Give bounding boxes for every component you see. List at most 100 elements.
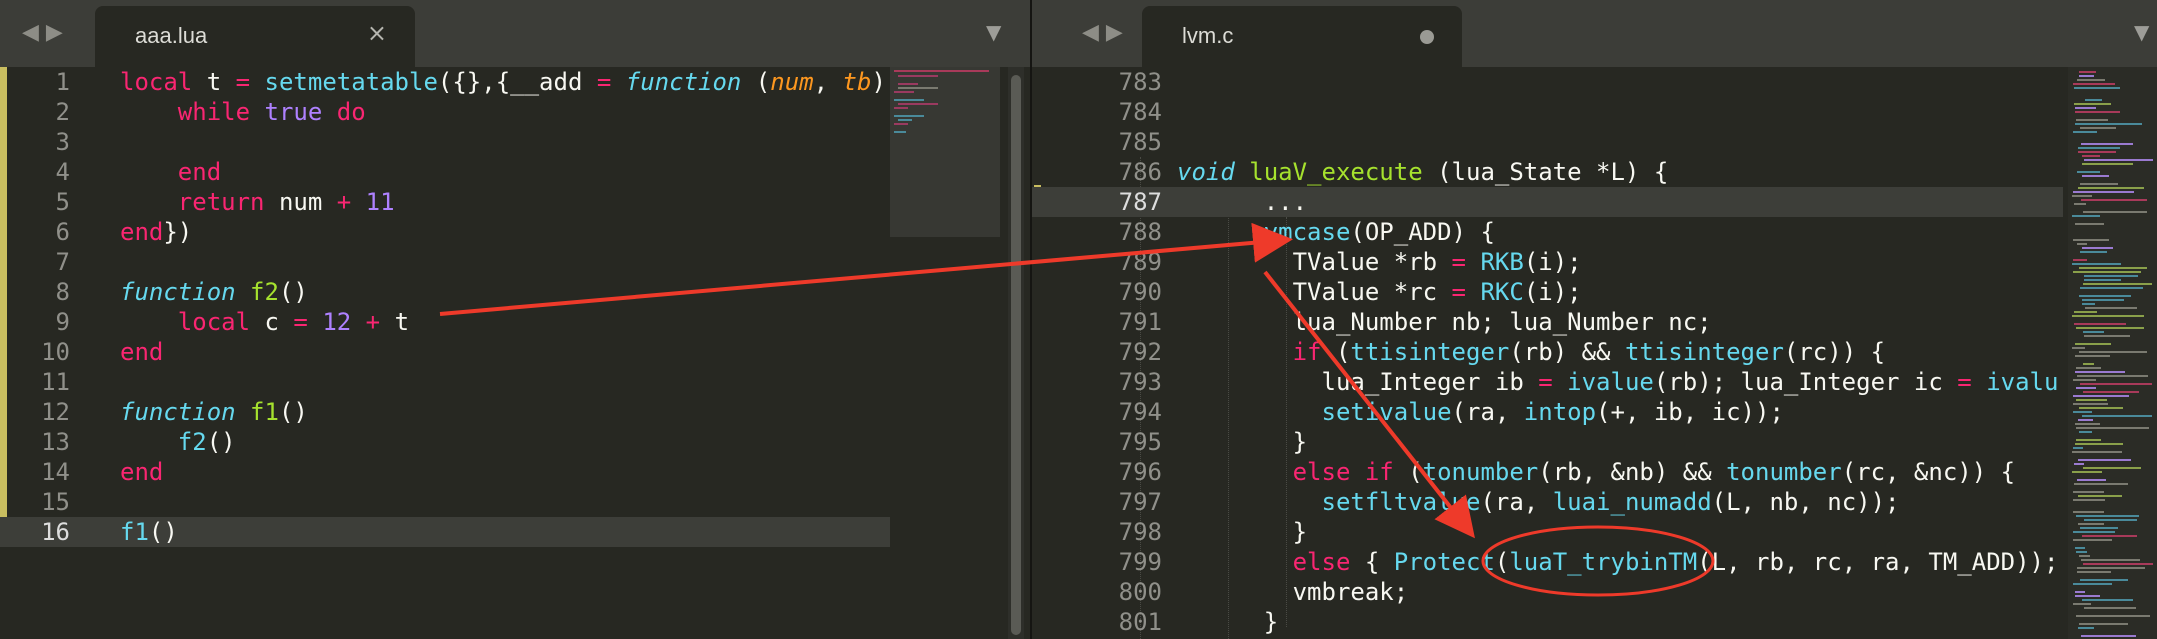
- code-line[interactable]: 789 TValue *rb = RKB(i);: [1032, 247, 2063, 277]
- code-line[interactable]: 6 end}): [0, 217, 890, 247]
- minimap-line: [2072, 215, 2100, 217]
- code-token: =: [596, 68, 612, 96]
- minimap-line: [894, 99, 924, 101]
- line-number: 799: [1118, 548, 1162, 576]
- code-token: luaV_execute: [1249, 158, 1423, 186]
- code-text: setfltvalue(ra, luai_numadd(L, nb, nc));: [1177, 487, 1900, 517]
- line-number: 8: [55, 278, 70, 306]
- code-text: f2(): [120, 427, 236, 457]
- code-line[interactable]: 791 lua_Number nb; lua_Number nc;: [1032, 307, 2063, 337]
- code-line[interactable]: 14 end: [0, 457, 890, 487]
- code-area-left[interactable]: 1 local t = setmetatable({},{__add = func…: [0, 67, 890, 639]
- code-line[interactable]: 792 if (ttisinteger(rb) && ttisinteger(r…: [1032, 337, 2063, 367]
- code-token: ttisinteger: [1624, 338, 1784, 366]
- code-line[interactable]: 797 setfltvalue(ra, luai_numadd(L, nb, n…: [1032, 487, 2063, 517]
- minimap-line: [894, 70, 989, 72]
- code-token: =: [1451, 248, 1466, 276]
- minimap-line: [898, 75, 938, 77]
- chevron-down-icon[interactable]: ▼: [986, 20, 1001, 44]
- code-line[interactable]: 7: [0, 247, 890, 277]
- code-token: +: [336, 188, 352, 216]
- code-line[interactable]: 793 lua_Integer ib = ivalue(rb); lua_Int…: [1032, 367, 2063, 397]
- code-token: (: [1494, 548, 1510, 576]
- line-number: 2: [55, 98, 70, 126]
- code-line[interactable]: 794 setivalue(ra, intop(+, ib, ic));: [1032, 397, 2063, 427]
- code-token: (+, ib, ic));: [1596, 398, 1784, 426]
- editor-pane-left: ◀ ▶ aaa.lua × ▼ 1 local t = setmetatable(…: [0, 0, 1030, 639]
- tab-lvm-c[interactable]: lvm.c: [1142, 6, 1462, 67]
- code-line[interactable]: 2 while true do: [0, 97, 890, 127]
- code-token: t: [192, 68, 236, 96]
- code-line[interactable]: 13 f2(): [0, 427, 890, 457]
- code-line[interactable]: 8 function f2(): [0, 277, 890, 307]
- code-line[interactable]: 9 local c = 12 + t: [0, 307, 890, 337]
- minimap-line: [894, 107, 908, 109]
- code-line[interactable]: 3: [0, 127, 890, 157]
- code-token: t: [380, 308, 410, 336]
- code-line[interactable]: 790 TValue *rc = RKC(i);: [1032, 277, 2063, 307]
- code-line[interactable]: 799 else { Protect(luaT_trybinTM(L, rb, …: [1032, 547, 2063, 577]
- code-line[interactable]: 795 }: [1032, 427, 2063, 457]
- minimap-line: [2073, 411, 2092, 413]
- minimap-line: [2085, 307, 2137, 309]
- line-number: 795: [1118, 428, 1162, 456]
- line-number: 801: [1118, 608, 1162, 636]
- minimap-line: [2082, 299, 2124, 301]
- code-line[interactable]: 785: [1032, 127, 2063, 157]
- close-icon[interactable]: ×: [367, 19, 387, 47]
- minimap-right[interactable]: [2068, 67, 2157, 639]
- tab-nav-arrows[interactable]: ◀ ▶: [22, 20, 63, 45]
- code-line[interactable]: 16 f1(): [0, 517, 890, 547]
- code-line[interactable]: 784: [1032, 97, 2063, 127]
- chevron-down-icon[interactable]: ▼: [2134, 20, 2149, 44]
- code-area-right[interactable]: 783 784 785 786 void luaV_execute (lua_State…: [1032, 67, 2063, 639]
- code-text: void luaV_execute (lua_State *L) {: [1177, 157, 1668, 187]
- code-line[interactable]: 5 return num + 11: [0, 187, 890, 217]
- minimap-line: [2077, 375, 2148, 377]
- minimap-line: [2075, 595, 2100, 597]
- code-line[interactable]: 796 else if (tonumber(rb, &nb) && tonumb…: [1032, 457, 2063, 487]
- code-token: (: [741, 68, 771, 96]
- code-text: end: [120, 157, 221, 187]
- code-line[interactable]: 787 ...: [1032, 187, 2063, 217]
- unsaved-dot-icon[interactable]: [1420, 30, 1434, 44]
- code-line[interactable]: 12 function f1(): [0, 397, 890, 427]
- code-line[interactable]: 786 void luaV_execute (lua_State *L) {: [1032, 157, 2063, 187]
- code-line[interactable]: 783: [1032, 67, 2063, 97]
- tab-nav-arrows[interactable]: ◀ ▶: [1082, 20, 1123, 45]
- code-line[interactable]: 1 local t = setmetatable({},{__add = func…: [0, 67, 890, 97]
- code-line[interactable]: 801 }: [1032, 607, 2063, 637]
- code-token: }: [1177, 428, 1308, 456]
- code-line[interactable]: 788 vmcase(OP_ADD) {: [1032, 217, 2063, 247]
- scrollbar-thumb[interactable]: [1011, 75, 1021, 635]
- code-token: return: [177, 188, 265, 216]
- code-line[interactable]: 10 end: [0, 337, 890, 367]
- minimap-line: [2076, 615, 2150, 617]
- minimap-line: [2082, 163, 2133, 165]
- minimap-line: [2073, 583, 2112, 585]
- tab-bar-left: ◀ ▶ aaa.lua × ▼: [0, 0, 1030, 67]
- code-line[interactable]: 11: [0, 367, 890, 397]
- tab-aaa-lua[interactable]: aaa.lua ×: [95, 6, 415, 67]
- minimap-line: [2076, 399, 2107, 401]
- minimap-line: [894, 91, 914, 93]
- code-line[interactable]: 15: [0, 487, 890, 517]
- scrollbar-left[interactable]: [1008, 67, 1024, 639]
- code-line[interactable]: 800 vmbreak;: [1032, 577, 2063, 607]
- minimap-line: [2083, 363, 2094, 365]
- code-token: lua_Integer ib: [1177, 368, 1539, 396]
- minimap-left[interactable]: [890, 67, 1010, 639]
- line-number: 6: [55, 218, 70, 246]
- code-text: lua_Number nb; lua_Number nc;: [1177, 307, 1712, 337]
- minimap-line: [2079, 75, 2094, 77]
- minimap-line: [2074, 323, 2126, 325]
- code-line[interactable]: 4 end: [0, 157, 890, 187]
- code-line[interactable]: 798 }: [1032, 517, 2063, 547]
- code-token: (rb, &nb) &&: [1538, 458, 1727, 486]
- code-token: +: [365, 308, 381, 336]
- minimap-line: [898, 83, 918, 85]
